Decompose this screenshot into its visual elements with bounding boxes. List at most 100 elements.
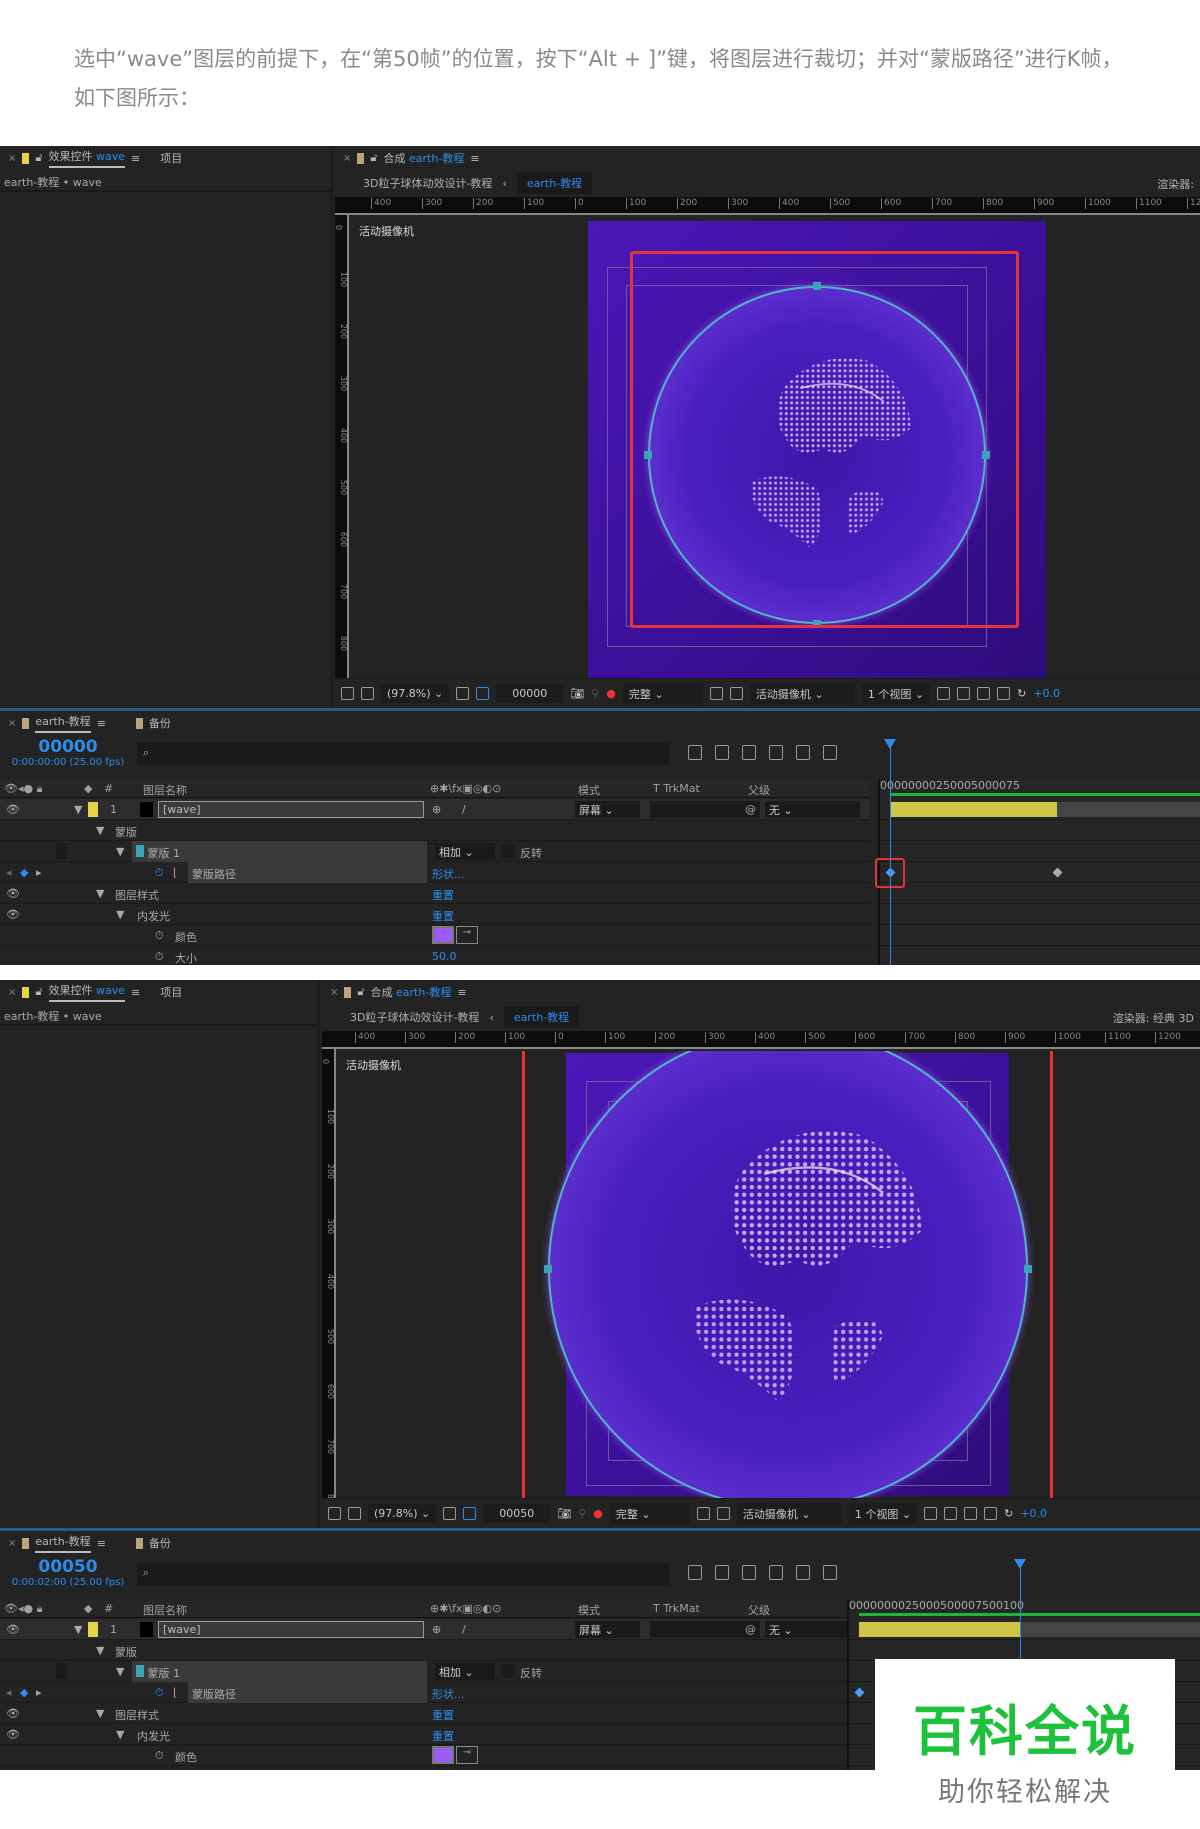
- draft-3d-icon[interactable]: [715, 745, 729, 760]
- mask-row[interactable]: ▼ 蒙版 1 相加 ⌄ 反转: [0, 1661, 870, 1682]
- mask-path-row[interactable]: ◂ ◆ ▸ ⏱︎ ⌊ 蒙版路径 形状...: [0, 1682, 870, 1703]
- region-of-interest-icon[interactable]: [696, 1507, 710, 1520]
- layer-row[interactable]: 👁︎ ▼ 1 [wave] ⊕ / 屏幕 ⌄ @ 无 ⌄: [0, 1619, 870, 1640]
- stopwatch-icon[interactable]: ⏱︎: [155, 1749, 164, 1763]
- renderer-setting[interactable]: 渲染器:: [1157, 176, 1194, 192]
- visibility-eye-icon[interactable]: 👁︎: [6, 1728, 20, 1741]
- reset-link[interactable]: 重置: [432, 1707, 454, 1723]
- expand-triangle-icon[interactable]: ▼: [116, 1665, 124, 1678]
- track-row[interactable]: [880, 820, 1200, 841]
- mask-shape-link[interactable]: 形状...: [432, 1686, 465, 1702]
- view-layout-dropdown[interactable]: 1 个视图 ⌄: [848, 1502, 918, 1525]
- mask-name[interactable]: 蒙版 1: [148, 847, 181, 860]
- tab-project[interactable]: 项目: [160, 150, 182, 166]
- color-swatch[interactable]: [432, 926, 454, 944]
- tab-effects-controls[interactable]: 效果控件 wave: [48, 982, 126, 1002]
- track-row[interactable]: [880, 841, 1200, 862]
- tab-composition[interactable]: 合成 earth-教程: [371, 984, 452, 1000]
- camera-view-dropdown[interactable]: 活动摄像机 ⌄: [736, 1502, 842, 1525]
- next-keyframe-icon[interactable]: ▸: [36, 866, 42, 879]
- panel-menu-icon[interactable]: ≡: [457, 986, 466, 999]
- pixel-aspect-icon[interactable]: [937, 687, 951, 700]
- grid-guides-icon[interactable]: [456, 687, 470, 700]
- visibility-eye-icon[interactable]: 👁︎: [6, 908, 20, 921]
- close-tab-button[interactable]: ×: [8, 153, 16, 164]
- expand-triangle-icon[interactable]: ▼: [74, 803, 82, 816]
- current-time-field[interactable]: 00050: [483, 1504, 551, 1523]
- expand-triangle-icon[interactable]: ▼: [96, 824, 104, 837]
- track-row[interactable]: [880, 883, 1200, 904]
- track-row[interactable]: [875, 858, 1200, 888]
- quality-switch-icon[interactable]: /: [462, 803, 466, 816]
- reset-exposure-icon[interactable]: ↻: [1004, 1507, 1013, 1520]
- work-area-bar[interactable]: [859, 1613, 1200, 1616]
- view-layout-dropdown[interactable]: 1 个视图 ⌄: [861, 682, 931, 705]
- visibility-eye-icon[interactable]: 👁︎: [6, 887, 20, 900]
- tab-effects-controls[interactable]: 效果控件 wave: [48, 148, 126, 168]
- masks-group-row[interactable]: ▼ 蒙版: [0, 1640, 870, 1661]
- breadcrumb-parent[interactable]: 3D粒子球体动效设计-教程: [363, 175, 492, 191]
- mask-shape-link[interactable]: 形状...: [432, 866, 465, 882]
- lock-switch[interactable]: [56, 843, 66, 859]
- transparency-grid-icon[interactable]: [716, 1507, 730, 1520]
- layer-name-field[interactable]: [wave]: [158, 1621, 424, 1638]
- close-tab-button[interactable]: ×: [8, 987, 16, 998]
- monitor-icon[interactable]: [348, 1507, 361, 1520]
- playhead-cti[interactable]: [884, 739, 896, 965]
- camera-view-dropdown[interactable]: 活动摄像机 ⌄: [749, 682, 855, 705]
- tab-composition[interactable]: 合成 earth-教程: [384, 150, 465, 166]
- magnification-dropdown[interactable]: (97.8%) ⌄: [368, 1504, 437, 1523]
- add-keyframe-icon[interactable]: ◆: [20, 866, 28, 879]
- mask-visibility-icon[interactable]: [463, 1507, 477, 1520]
- glow-color-row[interactable]: ⏱︎ 颜色 ⊸: [0, 925, 870, 946]
- mask-mode-dropdown[interactable]: 相加 ⌄: [435, 843, 495, 860]
- grid-guides-icon[interactable]: [443, 1507, 457, 1520]
- expand-triangle-icon[interactable]: ▼: [116, 908, 124, 921]
- reset-link[interactable]: 重置: [432, 1728, 454, 1744]
- breadcrumb-current[interactable]: earth-教程: [503, 1006, 580, 1028]
- track-row[interactable]: [849, 1640, 1200, 1661]
- track-row[interactable]: [880, 925, 1200, 946]
- inner-glow-row[interactable]: 👁︎ ▼ 内发光 重置: [0, 904, 870, 925]
- expand-triangle-icon[interactable]: ▼: [116, 845, 124, 858]
- lock-icon[interactable]: 🔓︎: [35, 985, 42, 999]
- magnification-dropdown[interactable]: (97.8%) ⌄: [381, 684, 450, 703]
- mask-mode-dropdown[interactable]: 相加 ⌄: [435, 1663, 495, 1680]
- exposure-value[interactable]: +0.0: [1033, 687, 1060, 700]
- close-tab-button[interactable]: ×: [330, 987, 338, 998]
- camera-snapshot-icon[interactable]: 📷︎: [570, 687, 584, 700]
- renderer-setting[interactable]: 渲染器: 经典 3D: [1113, 1010, 1194, 1026]
- shy-layers-icon[interactable]: [742, 745, 756, 760]
- tab-timeline-backup[interactable]: 备份: [149, 715, 171, 731]
- pick-whip-icon[interactable]: @: [745, 1623, 756, 1636]
- motion-blur-icon[interactable]: [796, 745, 810, 760]
- add-keyframe-icon[interactable]: ◆: [20, 1686, 28, 1699]
- exposure-value[interactable]: +0.0: [1020, 1507, 1047, 1520]
- transparency-grid-icon[interactable]: [729, 687, 743, 700]
- stopwatch-icon[interactable]: ⏱︎: [155, 929, 164, 943]
- breadcrumb-parent[interactable]: 3D粒子球体动效设计-教程: [350, 1009, 479, 1025]
- quality-switch-icon[interactable]: /: [462, 1623, 466, 1636]
- visibility-eye-icon[interactable]: 👁︎: [6, 1623, 20, 1636]
- current-time-display[interactable]: 00050 0:00:02:00 (25.00 fps): [8, 1557, 128, 1588]
- resolution-dropdown[interactable]: 完整 ⌄: [622, 682, 703, 705]
- resolution-dropdown[interactable]: 完整 ⌄: [609, 1502, 690, 1525]
- composition-mini-flowchart-icon[interactable]: [688, 745, 702, 760]
- track-row[interactable]: [849, 1619, 1200, 1640]
- layer-duration-bar[interactable]: [890, 802, 1057, 817]
- shy-layers-icon[interactable]: [742, 1565, 756, 1580]
- glow-size-row[interactable]: ⏱︎ 大小 50.0: [0, 1766, 870, 1770]
- expand-triangle-icon[interactable]: ▼: [96, 1707, 104, 1720]
- shy-switch-icon[interactable]: ⊕: [432, 1623, 441, 1636]
- motion-blur-icon[interactable]: [796, 1565, 810, 1580]
- layer-row[interactable]: 👁︎ ▼ 1 [wave] ⊕ / 屏幕 ⌄ @ 无 ⌄: [0, 799, 870, 820]
- layer-styles-row[interactable]: 👁︎ ▼ 图层样式 重置: [0, 1703, 870, 1724]
- eyedropper-icon[interactable]: ⊸: [456, 1746, 478, 1764]
- next-keyframe-icon[interactable]: ▸: [36, 1686, 42, 1699]
- camera-snapshot-icon[interactable]: 📷︎: [557, 1507, 571, 1520]
- expand-triangle-icon[interactable]: ▼: [96, 1644, 104, 1657]
- graph-editor-icon[interactable]: [823, 1565, 837, 1580]
- inner-glow-row[interactable]: 👁︎ ▼ 内发光 重置: [0, 1724, 870, 1745]
- layer-styles-row[interactable]: 👁︎ ▼ 图层样式 重置: [0, 883, 870, 904]
- monitor-icon[interactable]: [361, 687, 374, 700]
